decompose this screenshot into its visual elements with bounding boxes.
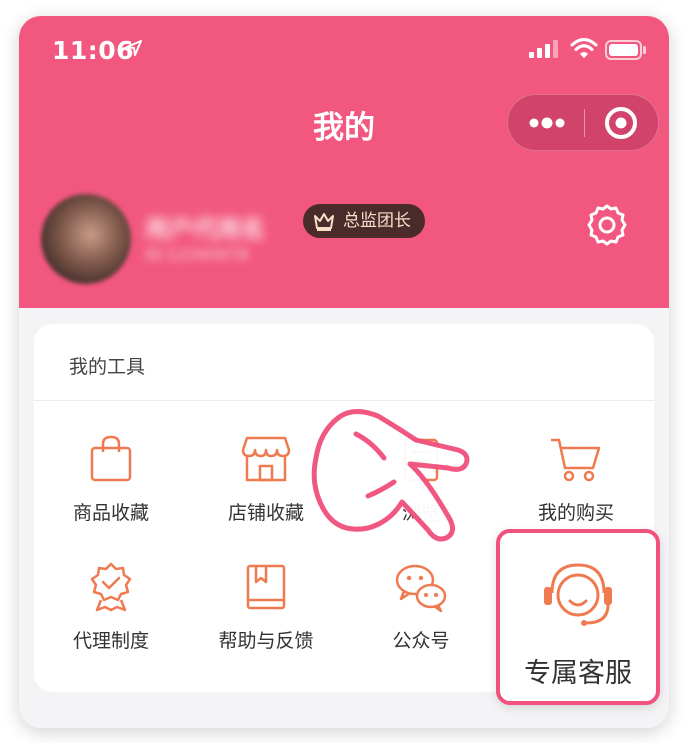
more-dots-icon bbox=[529, 117, 565, 129]
award-badge-icon bbox=[90, 562, 132, 612]
member-level-badge: 总监团长 bbox=[303, 204, 425, 238]
exclusive-customer-service[interactable]: 专属客服 bbox=[496, 529, 660, 705]
tool-my-purchases[interactable]: 我的购买 bbox=[499, 434, 653, 525]
tool-label: 商品收藏 bbox=[72, 502, 149, 524]
username: 用户代用名 bbox=[145, 215, 265, 243]
tool-label: 帮助与反馈 bbox=[218, 630, 314, 652]
wechat-icon bbox=[395, 564, 447, 612]
profile-header: 11:06 我的 用户代用名 ID:12345678 总监团长 bbox=[19, 16, 669, 308]
signal-icon bbox=[529, 40, 558, 58]
pointing-hand-icon bbox=[311, 409, 470, 542]
service-label: 专属客服 bbox=[524, 658, 632, 689]
tool-help-feedback[interactable]: 帮助与反馈 bbox=[189, 562, 343, 653]
badge-label: 总监团长 bbox=[343, 211, 411, 231]
store-icon bbox=[241, 436, 291, 482]
tool-label: 我的购买 bbox=[537, 502, 614, 524]
tool-label: 代理制度 bbox=[72, 630, 149, 652]
status-time: 11:06 bbox=[52, 36, 135, 65]
cart-icon bbox=[551, 438, 601, 482]
tool-official-account[interactable]: 公众号 bbox=[344, 562, 498, 653]
crown-icon bbox=[314, 213, 334, 231]
settings-gear-icon[interactable] bbox=[585, 203, 629, 247]
target-circle-icon bbox=[605, 107, 637, 139]
battery-icon bbox=[605, 40, 646, 60]
tool-agent-policy[interactable]: 代理制度 bbox=[34, 562, 188, 653]
wifi-icon bbox=[570, 38, 598, 58]
location-arrow-icon bbox=[126, 40, 142, 56]
tool-product-favorites[interactable]: 商品收藏 bbox=[34, 434, 188, 525]
more-button[interactable] bbox=[508, 95, 584, 150]
shopping-bag-icon bbox=[90, 435, 132, 482]
customer-service-icon bbox=[544, 563, 612, 626]
card-title: 我的工具 bbox=[69, 356, 146, 378]
close-miniprogram-button[interactable] bbox=[585, 95, 659, 150]
avatar[interactable] bbox=[41, 194, 131, 284]
miniprogram-capsule bbox=[507, 94, 659, 151]
tool-label: 公众号 bbox=[392, 630, 450, 652]
user-id: ID:12345678 bbox=[145, 245, 249, 264]
book-icon bbox=[246, 564, 286, 610]
